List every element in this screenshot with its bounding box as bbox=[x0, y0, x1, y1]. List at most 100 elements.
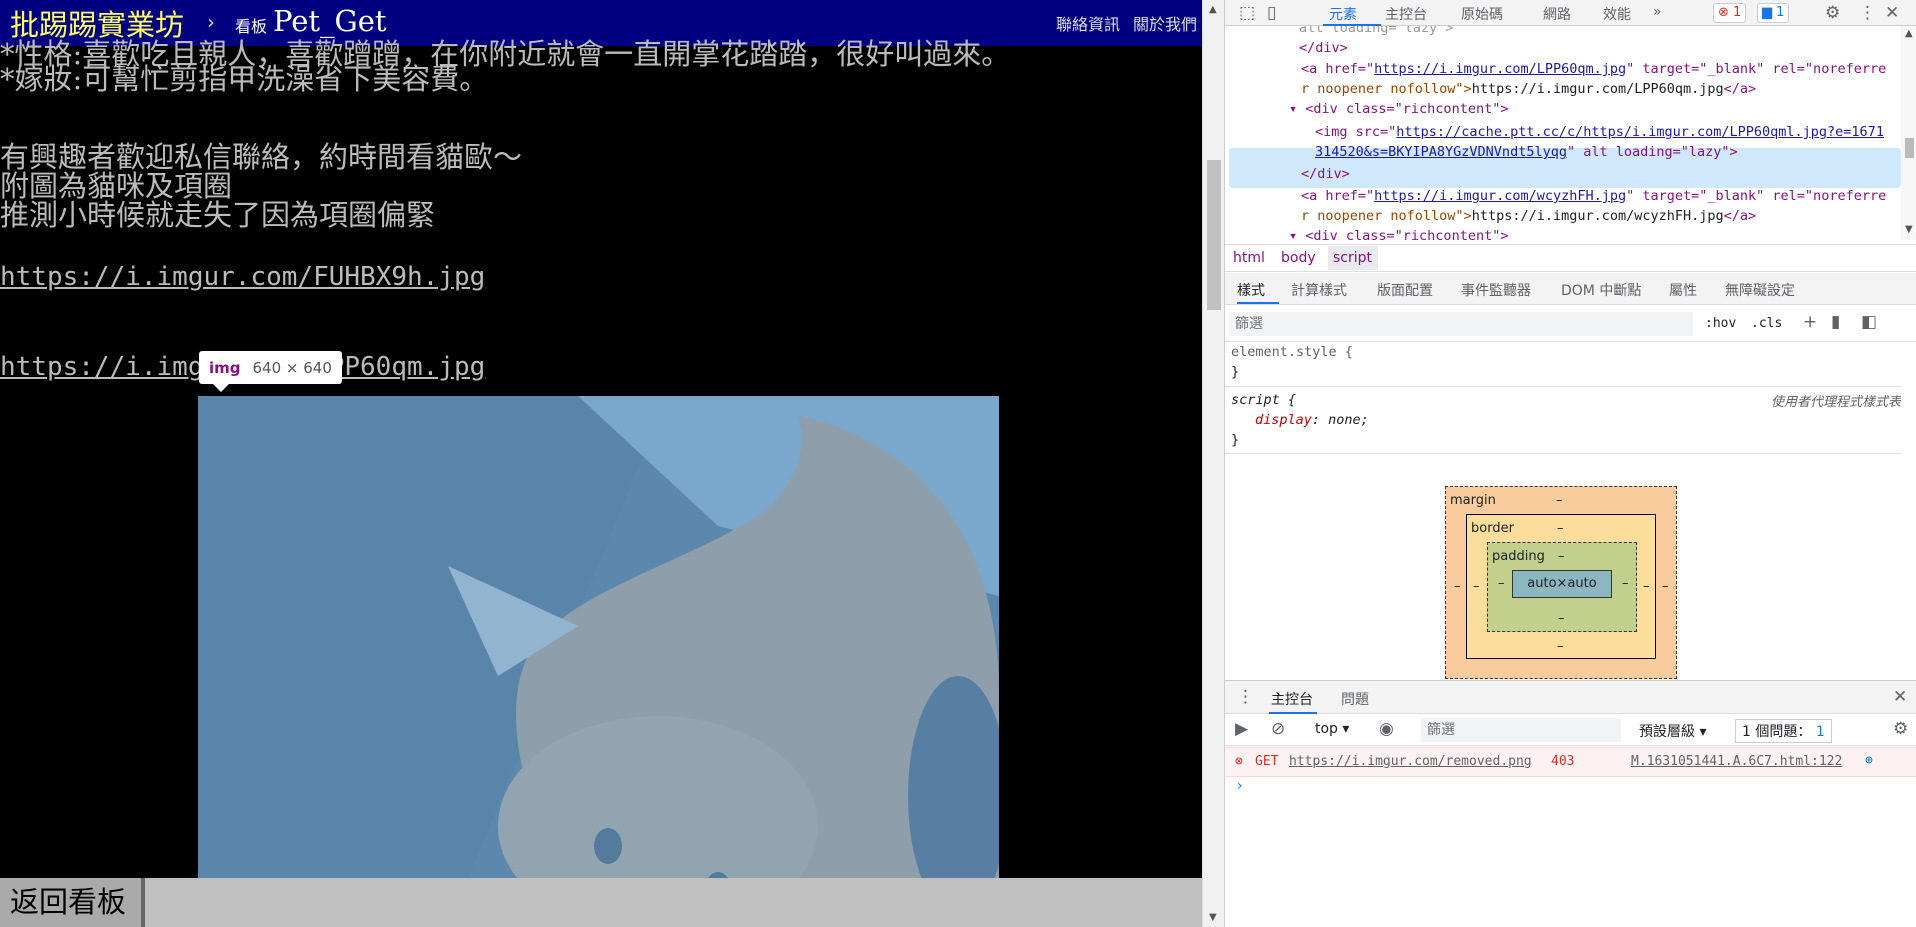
dom-line: alt loading="lazy"> bbox=[1299, 26, 1454, 36]
tooltip-tag: img bbox=[209, 358, 241, 377]
dom-line[interactable]: </div> bbox=[1301, 164, 1350, 184]
box-model-content[interactable]: auto×auto bbox=[1512, 570, 1612, 598]
console-drawer-header: ⋮ 主控台 問題 ✕ bbox=[1225, 680, 1916, 714]
sidebar-toggle-icon[interactable]: ◧ bbox=[1861, 312, 1877, 332]
more-tabs-button[interactable]: » bbox=[1653, 4, 1662, 20]
inspect-element-icon[interactable]: ⬚ bbox=[1239, 3, 1255, 23]
scroll-up-arrow[interactable]: ▲ bbox=[1209, 4, 1217, 15]
dom-src-link[interactable]: https://cache.ptt.cc/c/https/i.imgur.com… bbox=[1396, 124, 1884, 140]
dom-line-img[interactable]: <img src="https://cache.ptt.cc/c/https/i… bbox=[1315, 122, 1884, 142]
more-options-icon[interactable]: ⋮ bbox=[1859, 3, 1876, 23]
crumb-script[interactable]: script bbox=[1333, 250, 1372, 266]
tab-elements[interactable]: 元素 bbox=[1329, 4, 1357, 24]
context-selector[interactable]: top ▾ bbox=[1315, 721, 1349, 737]
error-count-badge[interactable]: ⊗ 1 bbox=[1713, 3, 1747, 23]
subtab-accessibility[interactable]: 無障礙設定 bbox=[1725, 280, 1795, 300]
scroll-up-arrow[interactable]: ▲ bbox=[1905, 28, 1913, 39]
cls-toggle[interactable]: .cls bbox=[1751, 316, 1782, 331]
subtab-styles[interactable]: 樣式 bbox=[1237, 280, 1265, 300]
dom-src-link[interactable]: 314520&s=BKYIPA8YGzVDNVndt5lyqg bbox=[1315, 144, 1567, 160]
box-model-margin[interactable]: margin – – – border – – – – padding – – … bbox=[1445, 486, 1677, 679]
about-link[interactable]: 關於我們 bbox=[1133, 11, 1197, 35]
tab-sources[interactable]: 原始碼 bbox=[1461, 4, 1503, 24]
error-url-link[interactable]: https://i.imgur.com/removed.png bbox=[1289, 754, 1532, 769]
dom-tree-scrollbar-thumb[interactable] bbox=[1905, 138, 1914, 158]
box-model-value[interactable]: – bbox=[1558, 549, 1565, 564]
box-model-padding[interactable]: padding – – – – auto×auto bbox=[1487, 542, 1637, 632]
box-model-value[interactable]: – bbox=[1498, 576, 1505, 591]
crumb-html[interactable]: html bbox=[1233, 250, 1265, 266]
box-model-value[interactable]: – bbox=[1556, 493, 1563, 508]
console-prompt[interactable]: › bbox=[1237, 778, 1243, 794]
box-model-border[interactable]: border – – – – padding – – – – auto×auto bbox=[1466, 514, 1656, 659]
network-request-icon[interactable]: ⊕ bbox=[1865, 753, 1873, 768]
rule-selector[interactable]: script { bbox=[1231, 390, 1296, 410]
subtab-dom-breakpoints[interactable]: DOM 中斷點 bbox=[1561, 280, 1641, 300]
new-rule-icon[interactable]: + bbox=[1803, 312, 1817, 332]
box-model-value[interactable]: – bbox=[1557, 639, 1564, 654]
dom-line-anchor-cont[interactable]: r noopener nofollow">https://i.imgur.com… bbox=[1301, 79, 1756, 99]
dom-fragment: " target="_blank" rel="noreferre bbox=[1626, 61, 1887, 77]
paint-icon[interactable]: ▮ bbox=[1831, 312, 1840, 332]
page-scrollbar[interactable]: ▲ ▼ bbox=[1202, 0, 1224, 927]
box-model-value[interactable]: – bbox=[1643, 579, 1650, 594]
subtab-layout[interactable]: 版面配置 bbox=[1377, 280, 1433, 300]
live-expression-eye-icon[interactable]: ◉ bbox=[1379, 719, 1394, 739]
issues-counter[interactable]: 1 個問題： 1 bbox=[1735, 719, 1832, 743]
image-link[interactable]: https://i.imgur.com/FUHBX9h.jpg bbox=[0, 261, 485, 293]
subtab-properties[interactable]: 屬性 bbox=[1669, 280, 1697, 300]
styles-filter-input[interactable] bbox=[1229, 312, 1693, 336]
crumb-body[interactable]: body bbox=[1281, 250, 1316, 266]
hov-toggle[interactable]: :hov bbox=[1705, 316, 1736, 331]
console-filter-input[interactable] bbox=[1421, 718, 1621, 742]
dom-href-link[interactable]: https://i.imgur.com/LPP60qm.jpg bbox=[1374, 61, 1626, 77]
box-model-value[interactable]: – bbox=[1557, 521, 1564, 536]
error-source-link[interactable]: M.1631051441.A.6C7.html:122 bbox=[1631, 754, 1842, 769]
box-model-value[interactable]: – bbox=[1558, 611, 1565, 626]
dom-line-anchor[interactable]: <a href="https://i.imgur.com/LPP60qm.jpg… bbox=[1301, 59, 1886, 79]
tab-performance[interactable]: 效能 bbox=[1603, 4, 1631, 24]
drawer-tab-issues[interactable]: 問題 bbox=[1341, 689, 1369, 709]
sidebar-toggle-icon[interactable]: ▶ bbox=[1235, 719, 1248, 739]
drawer-tab-console[interactable]: 主控台 bbox=[1271, 689, 1313, 709]
subtab-computed[interactable]: 計算樣式 bbox=[1291, 280, 1347, 300]
dom-line-img-cont[interactable]: 314520&s=BKYIPA8YGzVDNVndt5lyqg" alt loa… bbox=[1315, 142, 1738, 162]
dom-line-richcontent[interactable]: ▾ <div class="richcontent"> bbox=[1289, 226, 1508, 240]
box-model-value[interactable]: – bbox=[1454, 579, 1461, 594]
dom-tree: alt loading="lazy"> </div> <a href="http… bbox=[1225, 26, 1901, 240]
css-declaration[interactable]: display: none; bbox=[1255, 410, 1369, 430]
close-drawer-icon[interactable]: ✕ bbox=[1893, 687, 1907, 707]
dom-tree-scrollbar[interactable]: ▲ ▼ bbox=[1901, 26, 1916, 240]
dom-line-richcontent[interactable]: ▾ <div class="richcontent"> bbox=[1289, 99, 1508, 119]
content-line: *嫁妝:可幫忙剪指甲洗澡省下美容費。 bbox=[0, 62, 489, 96]
dom-href-link[interactable]: https://i.imgur.com/wcyzhFH.jpg bbox=[1374, 188, 1626, 204]
settings-gear-icon[interactable]: ⚙ bbox=[1825, 3, 1840, 23]
box-model-value[interactable]: – bbox=[1662, 579, 1669, 594]
log-levels-dropdown[interactable]: 預設層級 ▾ bbox=[1639, 721, 1706, 741]
board-name-link[interactable]: Pet_Get bbox=[273, 4, 387, 38]
box-model-value[interactable]: – bbox=[1473, 579, 1480, 594]
tab-network[interactable]: 網路 bbox=[1543, 4, 1571, 24]
contact-link[interactable]: 聯絡資訊 bbox=[1056, 11, 1120, 35]
drawer-menu-icon[interactable]: ⋮ bbox=[1237, 687, 1254, 707]
box-model-value[interactable]: – bbox=[1622, 576, 1629, 591]
page-scrollbar-thumb[interactable] bbox=[1207, 160, 1221, 310]
dom-fragment: <div class="richcontent"> bbox=[1305, 101, 1509, 117]
subtab-event-listeners[interactable]: 事件監聽器 bbox=[1461, 280, 1531, 300]
clear-console-icon[interactable]: ⊘ bbox=[1271, 719, 1285, 739]
rule-selector[interactable]: element.style { bbox=[1231, 342, 1353, 362]
dom-line[interactable]: </div> bbox=[1299, 38, 1348, 58]
chevron-down-icon: ▾ bbox=[1342, 721, 1350, 737]
close-devtools-icon[interactable]: ✕ bbox=[1885, 3, 1899, 23]
scroll-down-arrow[interactable]: ▼ bbox=[1209, 912, 1217, 923]
css-prop-name: display bbox=[1255, 412, 1312, 428]
device-toolbar-icon[interactable]: ▯ bbox=[1267, 3, 1276, 23]
message-count-badge[interactable]: ▆ 1 bbox=[1757, 3, 1790, 23]
tab-console[interactable]: 主控台 bbox=[1385, 4, 1427, 24]
dom-line-anchor[interactable]: <a href="https://i.imgur.com/wcyzhFH.jpg… bbox=[1301, 186, 1886, 206]
console-settings-gear-icon[interactable]: ⚙ bbox=[1893, 719, 1908, 739]
scroll-down-arrow[interactable]: ▼ bbox=[1905, 224, 1913, 235]
back-to-board-button[interactable]: 返回看板 bbox=[0, 878, 145, 927]
dom-line-anchor-cont[interactable]: r noopener nofollow">https://i.imgur.com… bbox=[1301, 206, 1756, 226]
dom-fragment: https://i.imgur.com/LPP60qm.jpg bbox=[1471, 81, 1724, 97]
